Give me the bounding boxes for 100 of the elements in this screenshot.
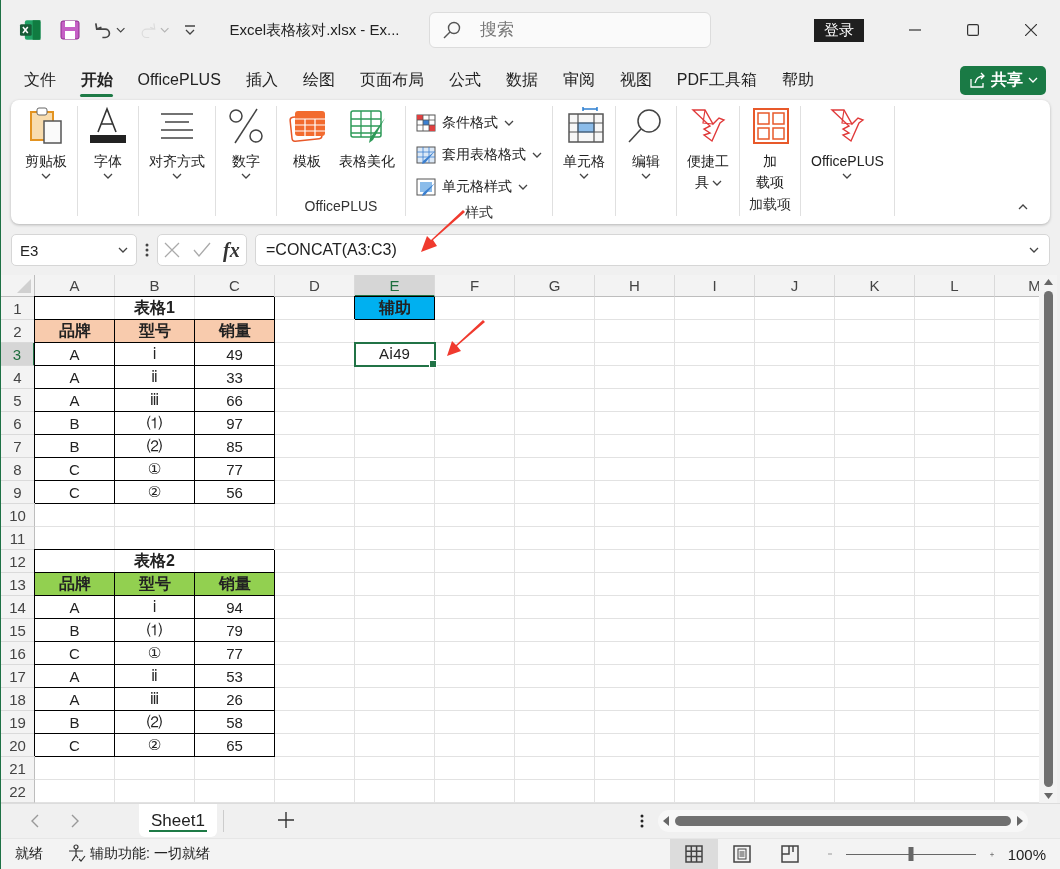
horizontal-scrollbar[interactable]	[657, 810, 1028, 832]
ribbon-button[interactable]: 单元格	[557, 106, 611, 198]
table-cell: A	[35, 688, 115, 711]
ribbon-button[interactable]: 剪贴板	[19, 106, 73, 198]
column-header[interactable]: E	[355, 275, 435, 297]
ribbon-tab[interactable]: 插入	[233, 63, 291, 97]
column-header[interactable]: J	[755, 275, 835, 297]
ribbon-button[interactable]: 单元格样式	[416, 174, 542, 200]
row-header[interactable]: 4	[1, 366, 35, 389]
row-header[interactable]: 14	[1, 596, 35, 619]
row-header[interactable]: 2	[1, 320, 35, 343]
ribbon-tab[interactable]: 视图	[607, 63, 665, 97]
row-header[interactable]: 3	[1, 343, 35, 366]
zoom-level[interactable]: 100%	[1007, 845, 1046, 863]
fill-handle[interactable]	[429, 360, 437, 368]
row-header[interactable]: 19	[1, 711, 35, 734]
share-button[interactable]: 共享	[960, 65, 1046, 95]
ribbon-button[interactable]: 对齐方式	[143, 106, 211, 198]
column-header[interactable]: I	[675, 275, 755, 297]
ribbon-button[interactable]: 条件格式	[416, 110, 542, 136]
ribbon-tab[interactable]: PDF工具箱	[664, 63, 770, 97]
ribbon-tab[interactable]: 文件	[11, 63, 68, 97]
column-header[interactable]: K	[835, 275, 915, 297]
row-header[interactable]: 9	[1, 481, 35, 504]
scroll-down-icon[interactable]	[1043, 793, 1053, 799]
table-cell: B	[35, 711, 115, 734]
ribbon-button[interactable]: 便捷工 具	[681, 106, 735, 198]
window-title: Excel表格核对.xlsx - Ex...	[229, 20, 401, 40]
row-header[interactable]: 8	[1, 458, 35, 481]
row-header[interactable]: 5	[1, 389, 35, 412]
table-cell: B	[35, 435, 115, 458]
ribbon-tab[interactable]: 页面布局	[347, 63, 437, 97]
table-cell: A	[35, 596, 115, 619]
accessibility-status[interactable]: 辅助功能: 一切就绪	[90, 845, 210, 863]
row-header[interactable]: 11	[1, 527, 35, 550]
share-icon	[968, 71, 986, 89]
sign-in-button[interactable]: 登录	[814, 18, 864, 42]
row-header[interactable]: 17	[1, 665, 35, 688]
row-header[interactable]: 20	[1, 734, 35, 757]
scroll-right-icon[interactable]	[1016, 816, 1023, 826]
scrollbar-thumb[interactable]	[1043, 291, 1053, 787]
row-header[interactable]: 22	[1, 780, 35, 803]
column-header[interactable]: B	[115, 275, 195, 297]
column-header[interactable]: L	[915, 275, 995, 297]
ribbon-button[interactable]: 加 载项	[744, 106, 796, 196]
row-header[interactable]: 18	[1, 688, 35, 711]
sheet-tab[interactable]: Sheet1	[139, 804, 217, 837]
column-header[interactable]: A	[35, 275, 115, 297]
ribbon-tab[interactable]: OfficePLUS	[125, 65, 234, 95]
ribbon-button[interactable]: OfficePLUS	[805, 106, 890, 198]
table-cell: A	[35, 389, 115, 412]
row-header[interactable]: 1	[1, 297, 35, 320]
save-icon	[60, 20, 81, 40]
ribbon-tab[interactable]: 公式	[436, 63, 494, 97]
table-cell: 品牌	[35, 320, 115, 343]
row-header[interactable]: 21	[1, 757, 35, 780]
row-header[interactable]: 15	[1, 619, 35, 642]
insert-function-button[interactable]: fx	[223, 238, 240, 262]
column-header[interactable]: C	[195, 275, 275, 297]
column-header[interactable]: D	[275, 275, 355, 297]
scroll-up-icon[interactable]	[1043, 279, 1053, 285]
formula-field[interactable]: =CONCAT(A3:C3)	[255, 234, 1050, 266]
table-cell: C	[35, 481, 115, 504]
table-cell: 辅助	[355, 297, 435, 320]
row-header[interactable]: 6	[1, 412, 35, 435]
column-header[interactable]: M	[995, 275, 1039, 297]
row-header[interactable]: 10	[1, 504, 35, 527]
scrollbar-thumb[interactable]	[674, 816, 1011, 826]
column-header[interactable]: H	[595, 275, 675, 297]
row-header[interactable]: 13	[1, 573, 35, 596]
page-icon	[732, 845, 751, 863]
row-header[interactable]: 12	[1, 550, 35, 573]
table-brush-icon	[416, 145, 436, 165]
slider-thumb[interactable]	[908, 847, 914, 861]
scroll-left-icon[interactable]	[662, 816, 669, 826]
ribbon-tab[interactable]: 数据	[493, 63, 551, 97]
ribbon-tab[interactable]: 审阅	[550, 63, 608, 97]
ribbon-button[interactable]: 模板	[281, 106, 333, 198]
row-header[interactable]: 16	[1, 642, 35, 665]
row-header[interactable]: 7	[1, 435, 35, 458]
ribbon-button[interactable]: 编辑	[620, 106, 672, 198]
font-color-icon	[88, 106, 128, 146]
ribbon-tab[interactable]: 绘图	[290, 63, 348, 97]
ribbon-button[interactable]: 套用表格格式	[416, 142, 542, 168]
table-cell: ⅱ	[115, 665, 195, 688]
grid-icon	[684, 845, 703, 863]
view-button[interactable]	[669, 839, 718, 869]
ribbon-button[interactable]: 字体	[82, 106, 134, 198]
ribbon-tab[interactable]: 开始	[68, 63, 125, 97]
name-box[interactable]: E3	[11, 234, 137, 266]
column-header[interactable]: G	[515, 275, 595, 297]
table-cell: ①	[115, 642, 195, 665]
search-field[interactable]: 搜索	[429, 12, 711, 48]
ribbon-button[interactable]: 表格美化	[333, 106, 401, 198]
ribbon-tab[interactable]: 帮助	[769, 63, 827, 97]
ribbon-button[interactable]: 数字	[220, 106, 272, 198]
caret-icon	[1018, 204, 1028, 210]
group-label: 样式	[464, 204, 494, 222]
table-cell: 94	[195, 596, 275, 619]
column-header[interactable]: F	[435, 275, 515, 297]
